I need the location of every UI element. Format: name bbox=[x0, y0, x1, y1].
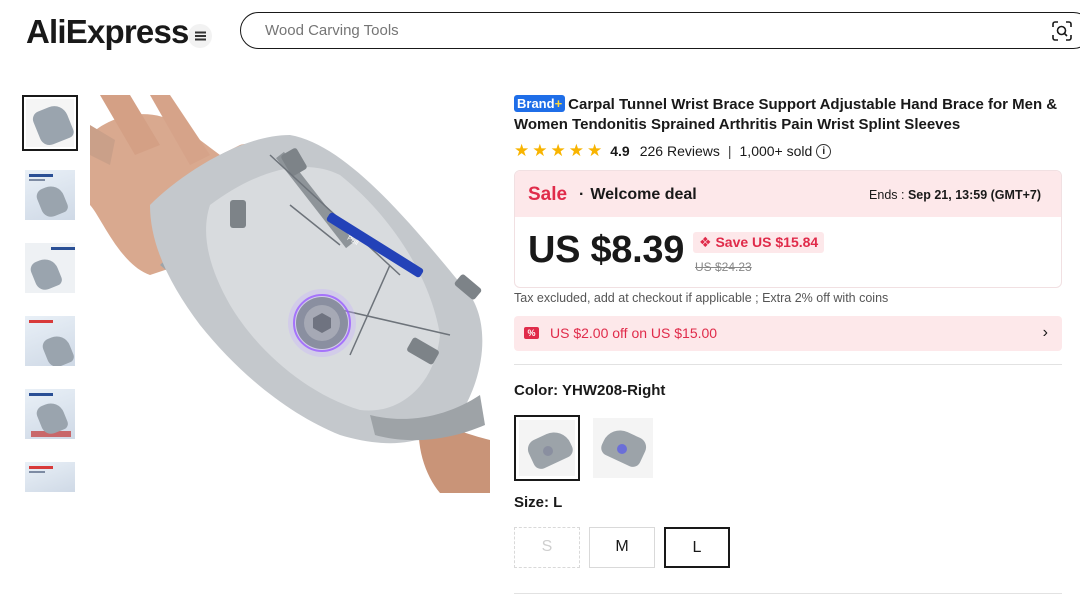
rating-row: ★ ★ ★ ★ ★ 4.9 226 Reviews | 1,000+ sold … bbox=[514, 141, 832, 161]
coupon-banner[interactable]: % US $2.00 off on US $15.00 › bbox=[514, 316, 1062, 351]
color-label: Color: YHW208-Right bbox=[514, 382, 666, 399]
sold-count: 1,000+ sold bbox=[739, 143, 813, 159]
deal-end-time: Ends : Sep 21, 13:59 (GMT+7) bbox=[869, 188, 1041, 202]
thumbnail-2[interactable] bbox=[22, 167, 78, 223]
color-swatch-left[interactable] bbox=[590, 415, 656, 481]
aliexpress-logo[interactable]: AliExpress bbox=[26, 14, 189, 50]
chevron-right-icon: › bbox=[1042, 324, 1048, 341]
star-icon: ★ bbox=[514, 141, 530, 160]
search-bar[interactable] bbox=[240, 12, 1080, 49]
main-product-image[interactable]: Pull bbox=[90, 95, 490, 493]
thumbnail-1[interactable] bbox=[22, 95, 78, 151]
size-option-m[interactable]: M bbox=[589, 527, 655, 568]
sale-banner: Sale · Welcome deal Ends : Sep 21, 13:59 … bbox=[515, 171, 1061, 217]
divider bbox=[514, 593, 1062, 594]
current-price: US $8.39 bbox=[528, 229, 685, 271]
separator: | bbox=[727, 143, 732, 159]
size-label: Size: L bbox=[514, 494, 563, 511]
info-icon[interactable]: i bbox=[816, 143, 832, 159]
hamburger-icon bbox=[194, 35, 206, 37]
star-icon: ★ bbox=[587, 141, 603, 160]
wrist-brace-image: Pull bbox=[90, 95, 490, 493]
size-option-l[interactable]: L bbox=[664, 527, 730, 568]
star-icon: ★ bbox=[568, 141, 584, 160]
menu-button[interactable] bbox=[188, 24, 212, 48]
star-rating: ★ ★ ★ ★ ★ bbox=[514, 142, 602, 160]
original-price: US $24.23 bbox=[695, 260, 752, 274]
color-swatch-right[interactable] bbox=[514, 415, 580, 481]
search-input[interactable] bbox=[265, 22, 965, 39]
size-option-s[interactable]: S bbox=[514, 527, 580, 568]
star-icon: ★ bbox=[550, 141, 566, 160]
rating-value: 4.9 bbox=[610, 143, 630, 159]
image-search-icon[interactable] bbox=[1052, 21, 1072, 41]
thumbnail-5[interactable] bbox=[22, 386, 78, 442]
divider bbox=[514, 364, 1062, 365]
thumbnail-6[interactable] bbox=[22, 459, 78, 495]
star-icon: ★ bbox=[532, 141, 548, 160]
save-badge: ❖ Save US $15.84 bbox=[693, 232, 825, 253]
tag-icon: ❖ bbox=[699, 234, 712, 250]
thumbnail-4[interactable] bbox=[22, 313, 78, 369]
price-panel: Sale · Welcome deal Ends : Sep 21, 13:59 … bbox=[514, 170, 1062, 288]
thumbnail-3[interactable] bbox=[22, 240, 78, 296]
brand-plus-badge: Brand+ bbox=[514, 95, 566, 112]
reviews-link[interactable]: 226 Reviews bbox=[640, 143, 720, 159]
coupon-icon: % bbox=[524, 327, 539, 339]
sale-label: Sale bbox=[528, 184, 568, 205]
product-title: Brand+ Carpal Tunnel Wrist Brace Support … bbox=[514, 95, 1058, 133]
tax-note: Tax excluded, add at checkout if applica… bbox=[514, 291, 889, 305]
coupon-text: US $2.00 off on US $15.00 bbox=[550, 325, 718, 341]
welcome-deal-label: · Welcome deal bbox=[579, 186, 697, 203]
